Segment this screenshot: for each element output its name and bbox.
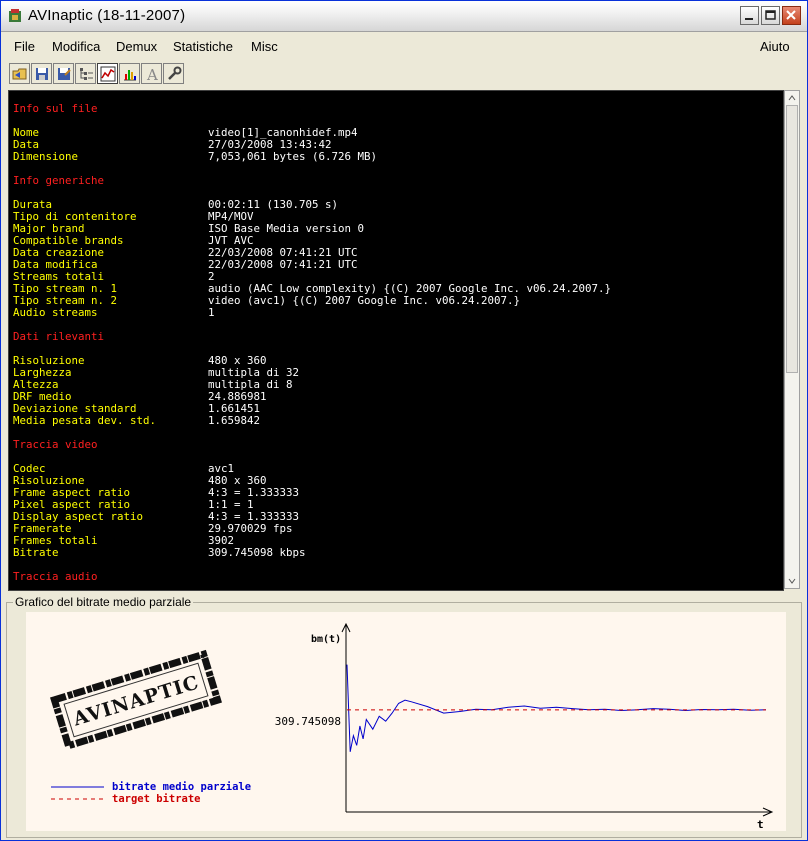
report-row: Display aspect ratio 4:3 = 1.333333	[9, 511, 783, 523]
y-axis-label: bm(t)	[311, 634, 341, 645]
close-button[interactable]	[782, 6, 801, 25]
save-as-icon	[57, 67, 71, 80]
target-value-label: 309.745098	[275, 715, 341, 728]
title-bar[interactable]: AVInaptic (18-11-2007)	[1, 1, 807, 32]
report-row: Audio streams 1	[9, 307, 783, 319]
arrow-up-icon	[788, 95, 796, 101]
font-button[interactable]: A	[141, 63, 162, 84]
report-row: Nome video[1]_canonhidef.mp4	[9, 127, 783, 139]
bitrate-graph: AVINAPTIC bm(t) t 309.745098 bitrate med…	[26, 612, 786, 831]
section-title: Info sul file	[13, 102, 98, 115]
menu-misc[interactable]: Misc	[251, 39, 278, 54]
section-title: Info generiche	[13, 174, 105, 187]
scroll-up-arrow[interactable]	[785, 91, 799, 105]
report-row: Data modifica 22/03/2008 07:41:21 UTC	[9, 259, 783, 271]
legend-target-label: target bitrate	[112, 793, 201, 805]
report-row: Data 27/03/2008 13:43:42	[9, 139, 783, 151]
report-key: Bitrate	[13, 546, 59, 559]
minimize-button[interactable]	[740, 6, 759, 25]
section-title: Traccia video	[13, 438, 98, 451]
graph-button[interactable]	[97, 63, 118, 84]
main-window: AVInaptic (18-11-2007) File Modifica Dem…	[0, 0, 808, 841]
maximize-icon	[765, 10, 776, 20]
report-key: Media pesata dev. std.	[13, 414, 157, 427]
maximize-button[interactable]	[761, 6, 780, 25]
close-icon	[786, 10, 796, 20]
section-title: Dati rilevanti	[13, 330, 105, 343]
open-button[interactable]	[9, 63, 30, 84]
report-row: Altezza multipla di 8	[9, 379, 783, 391]
font-icon: A	[146, 66, 158, 82]
save-icon	[35, 67, 48, 80]
report-row: Larghezza multipla di 32	[9, 367, 783, 379]
minimize-icon	[745, 18, 753, 20]
graph-icon	[100, 66, 115, 81]
report-row: Media pesata dev. std. 1.659842	[9, 415, 783, 427]
save-as-button[interactable]	[53, 63, 74, 84]
scroll-thumb[interactable]	[786, 105, 798, 373]
report-row: Codec avc1	[9, 463, 783, 475]
chart-button[interactable]	[119, 63, 140, 84]
avinaptic-stamp: AVINAPTIC	[50, 649, 222, 751]
report-key: Nome	[13, 126, 40, 139]
report-row: Frames totali 3902	[9, 535, 783, 547]
menu-bar: File Modifica Demux Statistiche Misc Aiu…	[1, 36, 807, 58]
bitrate-series-line	[346, 664, 767, 752]
open-icon	[12, 68, 26, 79]
report-row: Data creazione 22/03/2008 07:41:21 UTC	[9, 247, 783, 259]
report-row: Compatible brands JVT AVC	[9, 235, 783, 247]
report-value: 1	[208, 306, 215, 319]
tree-view-icon	[79, 67, 93, 80]
report-row: Tipo stream n. 2 video (avc1) {(C) 2007 G…	[9, 295, 783, 307]
report-value: 7,053,061 bytes (6.726 MB)	[208, 150, 378, 163]
menu-modifica[interactable]: Modifica	[52, 39, 100, 54]
menu-demux[interactable]: Demux	[116, 39, 157, 54]
arrow-down-icon	[788, 578, 796, 584]
chart-icon	[123, 69, 136, 80]
menu-statistiche[interactable]: Statistiche	[173, 39, 233, 54]
app-icon	[9, 9, 21, 22]
legend-series-label: bitrate medio parziale	[112, 781, 251, 793]
report-row: Major brand ISO Base Media version 0	[9, 223, 783, 235]
report-row: Bitrate 309.745098 kbps	[9, 547, 783, 559]
report-row: Tipo di contenitore MP4/MOV	[9, 211, 783, 223]
report-row: Framerate 29.970029 fps	[9, 523, 783, 535]
menu-aiuto[interactable]: Aiuto	[760, 39, 790, 54]
report-value: 22/03/2008 07:41:21 UTC	[208, 258, 358, 271]
tools-button[interactable]	[163, 63, 184, 84]
scroll-down-arrow[interactable]	[785, 574, 799, 588]
window-title: AVInaptic (18-11-2007)	[28, 7, 186, 24]
save-button[interactable]	[31, 63, 52, 84]
report-key: Audio streams	[13, 306, 98, 319]
svg-text:A: A	[146, 66, 158, 82]
report-row: Risoluzione 480 x 360	[9, 355, 783, 367]
report-value: video (avc1) {(C) 2007 Google Inc. v06.2…	[208, 294, 521, 307]
report-console[interactable]: Info sul file Nome video[1]_canonhidef.mp4…	[8, 90, 784, 591]
report-value: 1.659842	[208, 414, 261, 427]
tools-icon	[167, 66, 181, 80]
graph-group-title: Grafico del bitrate medio parziale	[13, 595, 194, 609]
report-key: Dimensione	[13, 150, 79, 163]
report-row: Dimensione 7,053,061 bytes (6.726 MB)	[9, 151, 783, 163]
x-axis-label: t	[757, 818, 764, 831]
section-title: Traccia audio	[13, 570, 98, 583]
vertical-scrollbar[interactable]	[784, 90, 800, 589]
bitrate-chart-svg: AVINAPTIC bm(t) t 309.745098 bitrate med…	[50, 622, 774, 831]
report-value: 309.745098 kbps	[208, 546, 306, 559]
tree-view-button[interactable]	[75, 63, 96, 84]
menu-file[interactable]: File	[14, 39, 35, 54]
